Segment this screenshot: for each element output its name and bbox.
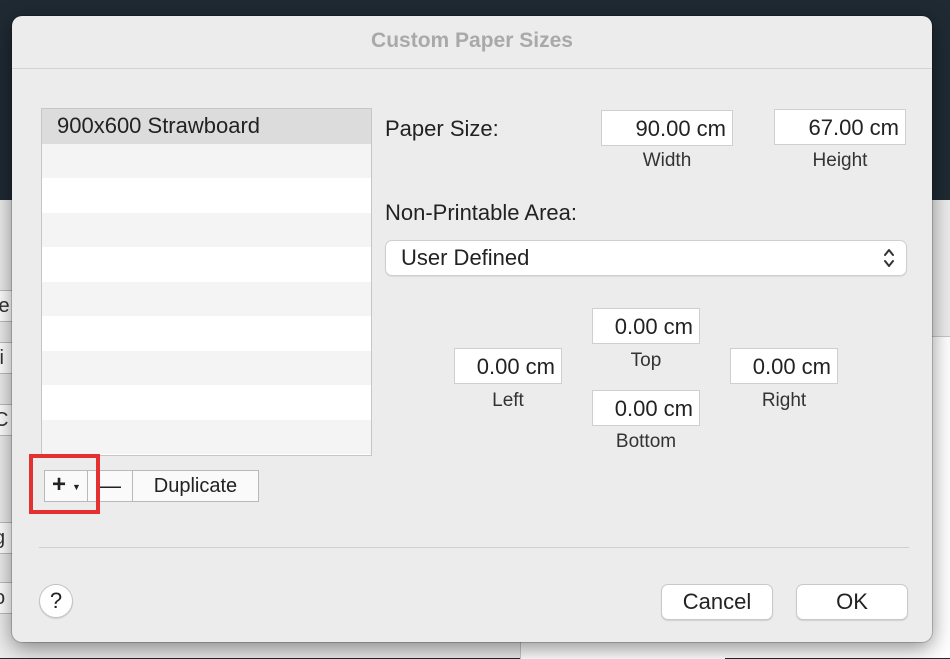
list-item-empty [42, 316, 371, 351]
margin-top-field[interactable]: 0.00 cm [592, 308, 700, 344]
list-item-empty [42, 178, 371, 213]
list-item[interactable]: 900x600 Strawboard [42, 109, 371, 144]
right-caption: Right [761, 390, 807, 411]
paper-height-field[interactable]: 67.00 cm [774, 109, 906, 145]
custom-paper-sizes-dialog: Custom Paper Sizes 900x600 Strawboard + … [12, 16, 932, 642]
margin-right-field[interactable]: 0.00 cm [730, 348, 838, 384]
width-caption: Width [642, 150, 692, 171]
list-item-empty [42, 350, 371, 385]
top-caption: Top [630, 350, 662, 371]
duplicate-button[interactable]: Duplicate [132, 470, 259, 502]
margin-left-field[interactable]: 0.00 cm [454, 348, 562, 384]
left-caption: Left [492, 390, 524, 411]
help-button[interactable]: ? [39, 584, 73, 618]
paper-size-label: Paper Size: [385, 116, 499, 141]
add-paper-size-button[interactable]: + ▼ [44, 470, 88, 502]
plus-icon: + [52, 471, 67, 498]
dialog-title: Custom Paper Sizes [12, 16, 932, 69]
select-value: User Defined [401, 245, 530, 270]
bottom-caption: Bottom [615, 431, 677, 452]
background-divider [930, 200, 950, 337]
list-item-empty [42, 281, 371, 316]
remove-paper-size-button[interactable]: — [87, 470, 133, 502]
list-item-empty [42, 247, 371, 282]
footer-divider [39, 547, 909, 548]
non-printable-area-select[interactable]: User Defined [385, 240, 907, 276]
caret-down-icon: ▼ [72, 482, 81, 492]
height-caption: Height [812, 150, 868, 171]
paper-width-field[interactable]: 90.00 cm [601, 110, 733, 146]
updown-chevron-icon [884, 249, 894, 267]
list-item-empty [42, 385, 371, 420]
non-printable-area-label: Non-Printable Area: [385, 200, 577, 225]
margin-bottom-field[interactable]: 0.00 cm [592, 390, 700, 426]
list-item-empty [42, 143, 371, 178]
ok-button[interactable]: OK [796, 584, 908, 620]
list-item-empty [42, 212, 371, 247]
list-item-empty [42, 419, 371, 454]
cancel-button[interactable]: Cancel [661, 584, 773, 620]
paper-size-list[interactable]: 900x600 Strawboard [41, 108, 372, 456]
